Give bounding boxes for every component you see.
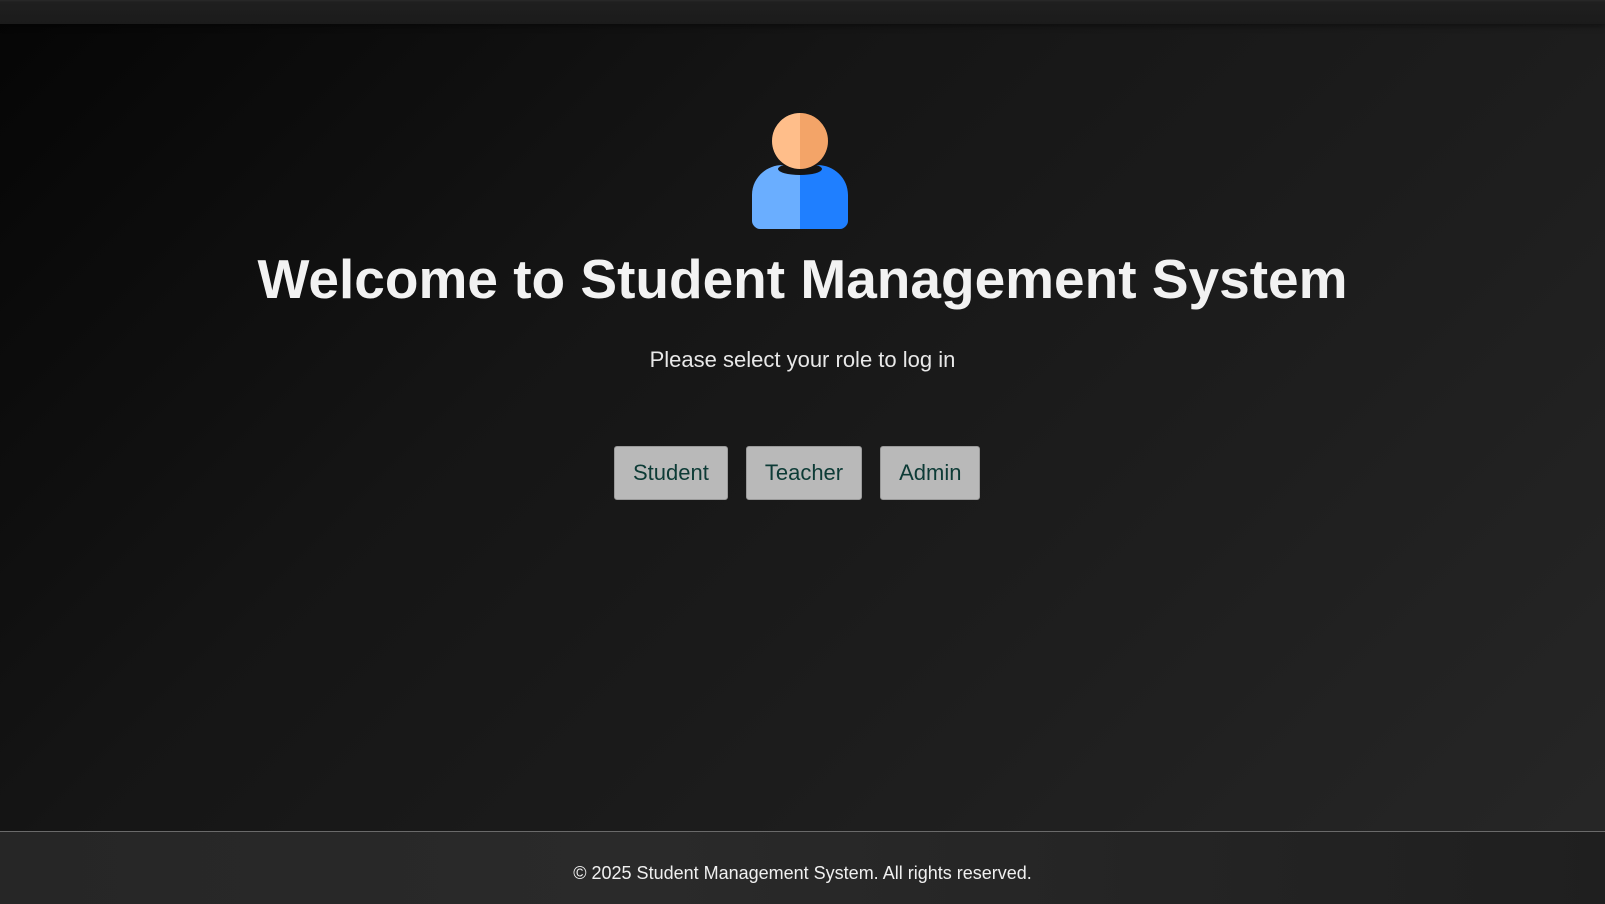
footer-copyright: © 2025 Student Management System. All ri… xyxy=(573,863,1032,883)
student-button[interactable]: Student xyxy=(614,446,728,500)
page-title: Welcome to Student Management System xyxy=(257,248,1348,310)
footer: © 2025 Student Management System. All ri… xyxy=(0,831,1605,904)
admin-button[interactable]: Admin xyxy=(880,446,981,500)
main-content: Welcome to Student Management System Ple… xyxy=(0,24,1605,831)
page-subtitle: Please select your role to log in xyxy=(649,347,956,372)
role-button-group: Student Teacher Admin xyxy=(614,446,981,500)
teacher-button[interactable]: Teacher xyxy=(745,446,863,500)
user-avatar-icon xyxy=(752,113,848,229)
top-bar xyxy=(0,0,1605,24)
